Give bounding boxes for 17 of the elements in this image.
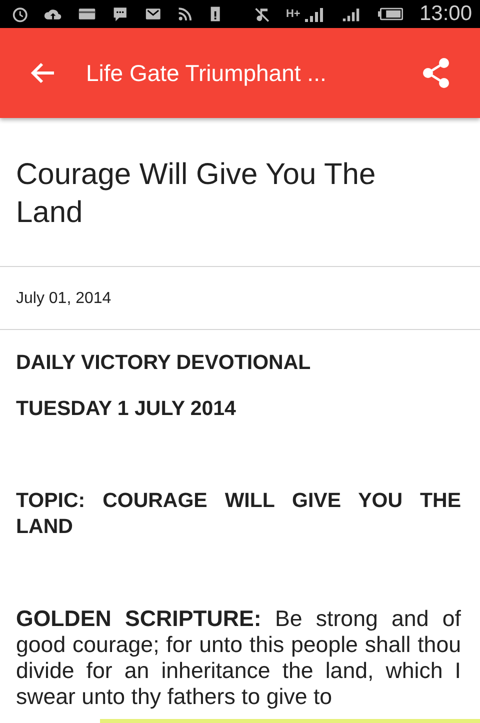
sd-card-icon bbox=[209, 5, 222, 23]
article-title: Courage Will Give You The Land bbox=[15, 157, 377, 231]
clock-time: 13:00 bbox=[419, 1, 472, 28]
article-date: July 01, 2014 bbox=[15, 289, 112, 309]
chat-bubble-icon bbox=[112, 5, 129, 23]
share-icon bbox=[422, 58, 450, 88]
section-heading: DAILY VICTORY DEVOTIONAL bbox=[16, 350, 312, 376]
music-off-icon bbox=[254, 5, 270, 23]
network-type-label: H+ bbox=[286, 8, 300, 20]
back-arrow-icon bbox=[30, 62, 56, 84]
paragraph: GOLDEN SCRIPTURE: Be strong and of good courage; for unto this people shall thou divide for an inheritance the land, which I swear unto thy fathers to give to bbox=[16, 606, 461, 710]
alarm-clock-icon bbox=[12, 5, 28, 23]
app-title: Life Gate Triumphant ... bbox=[86, 58, 328, 88]
battery-icon bbox=[378, 5, 404, 23]
section-heading: TUESDAY 1 JULY 2014 bbox=[16, 396, 237, 422]
section-heading: TOPIC: COURAGE WILL GIVE YOU THE LAND bbox=[16, 488, 461, 540]
rss-icon bbox=[176, 5, 194, 23]
